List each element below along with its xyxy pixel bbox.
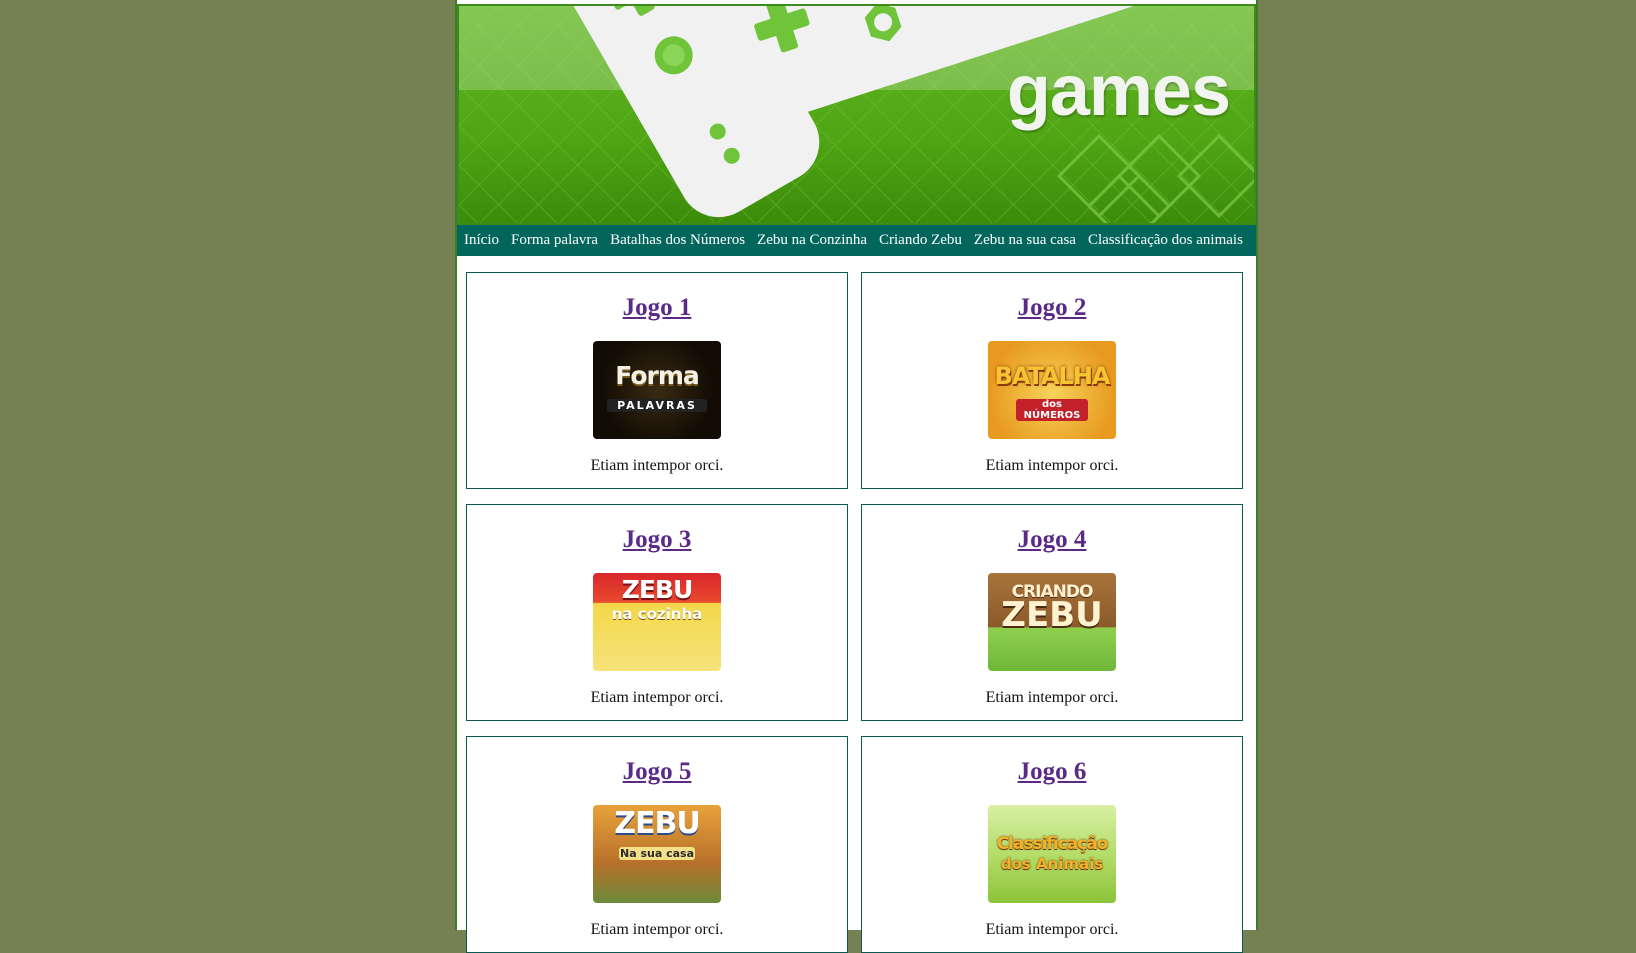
nav-item-zebu-na-sua-casa[interactable]: Zebu na sua casa xyxy=(974,232,1076,249)
thumbnail-logo-text-1: Forma xyxy=(615,361,700,390)
thumbnail-logo-sub-5: Na sua casa xyxy=(619,847,695,860)
game-thumbnail-4[interactable]: CRIANDO ZEBU xyxy=(988,573,1116,671)
game-title-6: Jogo 6 xyxy=(862,757,1242,787)
main-nav: Início Forma palavra Batalhas dos Número… xyxy=(457,225,1256,256)
game-thumbnail-1[interactable]: Forma PALAVRAS xyxy=(593,341,721,439)
thumbnail-logo-sub-6: dos Animais xyxy=(1000,855,1104,873)
game-link-1[interactable]: Jogo 1 xyxy=(623,294,692,321)
game-description-4: Etiam intempor orci. xyxy=(985,689,1119,706)
game-card-5: Jogo 5 ZEBU Na sua casa Etiam intempor o… xyxy=(466,736,848,953)
game-description-3: Etiam intempor orci. xyxy=(590,689,724,706)
game-thumbnail-2[interactable]: BATALHA dos NÚMEROS xyxy=(988,341,1116,439)
game-title-5: Jogo 5 xyxy=(467,757,847,787)
game-link-5[interactable]: Jogo 5 xyxy=(623,758,692,785)
nav-item-criando-zebu[interactable]: Criando Zebu xyxy=(879,232,962,249)
header-banner: games xyxy=(457,4,1256,225)
thumbnail-logo-text-3: ZEBU xyxy=(621,575,694,604)
game-description-2: Etiam intempor orci. xyxy=(985,457,1119,474)
game-card-1: Jogo 1 Forma PALAVRAS Etiam intempor orc… xyxy=(466,272,848,489)
nav-item-zebu-na-conzinha[interactable]: Zebu na Conzinha xyxy=(757,232,867,249)
nav-item-forma-palavra[interactable]: Forma palavra xyxy=(511,232,598,249)
thumbnail-logo-sub-2: dos NÚMEROS xyxy=(1016,399,1088,421)
game-description-6: Etiam intempor orci. xyxy=(985,921,1119,938)
thumbnail-logo-text-5: ZEBU xyxy=(614,806,700,841)
game-thumbnail-6[interactable]: Classificação dos Animais xyxy=(988,805,1116,903)
thumbnail-logo-sub-4: ZEBU xyxy=(1001,595,1103,635)
banner-title: games xyxy=(1006,51,1231,131)
game-card-4: Jogo 4 CRIANDO ZEBU Etiam intempor orci. xyxy=(861,504,1243,721)
game-link-3[interactable]: Jogo 3 xyxy=(623,526,692,553)
thumbnail-logo-text-2: BATALHA xyxy=(994,362,1110,390)
nav-item-inicio[interactable]: Início xyxy=(464,232,499,249)
game-title-1: Jogo 1 xyxy=(467,293,847,323)
page-container: games Início Forma palavra Batalhas dos … xyxy=(455,0,1258,953)
game-thumbnail-3[interactable]: ZEBU na cozinha xyxy=(593,573,721,671)
game-link-4[interactable]: Jogo 4 xyxy=(1018,526,1087,553)
game-link-6[interactable]: Jogo 6 xyxy=(1018,758,1087,785)
nav-item-batalhas-dos-numeros[interactable]: Batalhas dos Números xyxy=(610,232,745,249)
thumbnail-logo-sub-1: PALAVRAS xyxy=(607,399,707,412)
game-description-1: Etiam intempor orci. xyxy=(590,457,724,474)
game-title-4: Jogo 4 xyxy=(862,525,1242,555)
game-card-3: Jogo 3 ZEBU na cozinha Etiam intempor or… xyxy=(466,504,848,721)
nav-item-classificacao-dos-animais[interactable]: Classificação dos animais xyxy=(1088,232,1243,249)
thumbnail-logo-text-6: Classificação xyxy=(996,834,1109,854)
game-title-3: Jogo 3 xyxy=(467,525,847,555)
thumbnail-logo-sub-3: na cozinha xyxy=(611,605,703,623)
game-card-2: Jogo 2 BATALHA dos NÚMEROS Etiam intempo… xyxy=(861,272,1243,489)
game-link-2[interactable]: Jogo 2 xyxy=(1018,294,1087,321)
games-grid: Jogo 1 Forma PALAVRAS Etiam intempor orc… xyxy=(457,256,1256,953)
game-thumbnail-5[interactable]: ZEBU Na sua casa xyxy=(593,805,721,903)
game-card-6: Jogo 6 Classificação dos Animais Etiam i… xyxy=(861,736,1243,953)
game-description-5: Etiam intempor orci. xyxy=(590,921,724,938)
game-title-2: Jogo 2 xyxy=(862,293,1242,323)
